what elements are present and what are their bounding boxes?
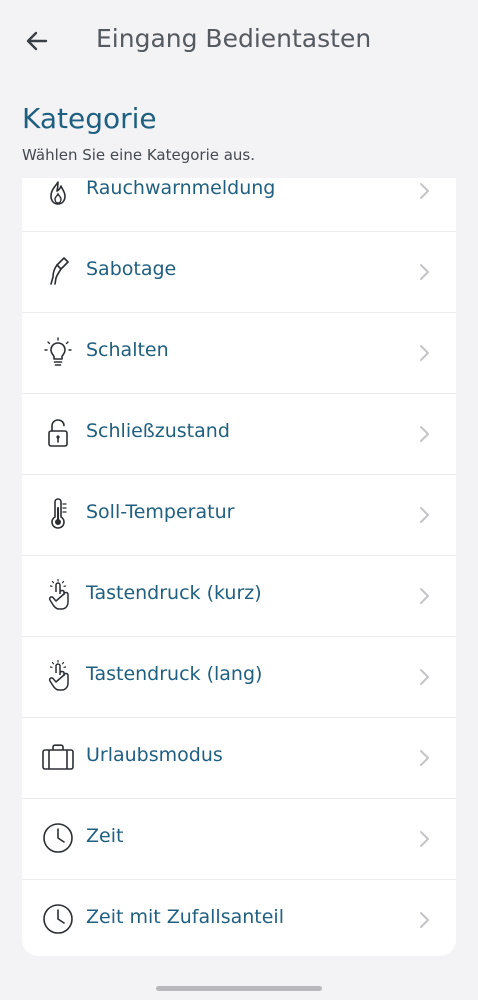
padlock-icon: [40, 415, 76, 451]
flame-icon: [40, 178, 76, 211]
chevron-right-icon: [414, 586, 434, 606]
category-item-zeit-mit-zufallsanteil[interactable]: Zeit mit Zufallsanteil: [22, 879, 456, 956]
arrow-left-icon: [26, 31, 48, 51]
category-item-rauchwarnmeldung[interactable]: Rauchwarnmeldung: [22, 178, 456, 232]
category-label: Sabotage: [86, 258, 177, 280]
section-title: Kategorie: [22, 102, 157, 135]
lightbulb-icon: [40, 334, 76, 370]
chevron-right-icon: [414, 343, 434, 363]
chevron-right-icon: [414, 829, 434, 849]
category-item-zeit[interactable]: Zeit: [22, 798, 456, 880]
chevron-right-icon: [414, 181, 434, 201]
category-label: Soll-Temperatur: [86, 501, 235, 523]
category-label: Zeit mit Zufallsanteil: [86, 906, 284, 928]
category-item-tastendruck-lang[interactable]: Tastendruck (lang): [22, 636, 456, 718]
category-item-schalten[interactable]: Schalten: [22, 312, 456, 394]
category-list: Rauchwarnmeldung Sabotage Schalten Schli…: [22, 178, 456, 956]
chevron-right-icon: [414, 262, 434, 282]
category-item-tastendruck-kurz[interactable]: Tastendruck (kurz): [22, 555, 456, 637]
back-button[interactable]: [18, 22, 56, 60]
chevron-right-icon: [414, 505, 434, 525]
category-label: Tastendruck (lang): [86, 663, 263, 685]
section-subtitle: Wählen Sie eine Kategorie aus.: [22, 146, 256, 164]
finger-press-icon: [40, 577, 76, 613]
category-item-schliesszustand[interactable]: Schließzustand: [22, 393, 456, 475]
category-item-soll-temperatur[interactable]: Soll-Temperatur: [22, 474, 456, 556]
clock-icon: [40, 901, 76, 937]
chevron-right-icon: [414, 748, 434, 768]
home-indicator[interactable]: [156, 986, 322, 991]
category-label: Urlaubsmodus: [86, 744, 223, 766]
thermometer-icon: [40, 496, 76, 532]
chevron-right-icon: [414, 424, 434, 444]
suitcase-icon: [40, 739, 76, 775]
page-title: Eingang Bedientasten: [96, 24, 372, 53]
category-label: Schalten: [86, 339, 169, 361]
pliers-icon: [40, 253, 76, 289]
clock-icon: [40, 820, 76, 856]
category-label: Rauchwarnmeldung: [86, 178, 276, 199]
app-bar: Eingang Bedientasten: [0, 0, 478, 80]
category-label: Tastendruck (kurz): [86, 582, 262, 604]
category-label: Schließzustand: [86, 420, 230, 442]
chevron-right-icon: [414, 910, 434, 930]
category-item-sabotage[interactable]: Sabotage: [22, 231, 456, 313]
finger-press-icon: [40, 658, 76, 694]
category-label: Zeit: [86, 825, 124, 847]
chevron-right-icon: [414, 667, 434, 687]
category-item-urlaubsmodus[interactable]: Urlaubsmodus: [22, 717, 456, 799]
